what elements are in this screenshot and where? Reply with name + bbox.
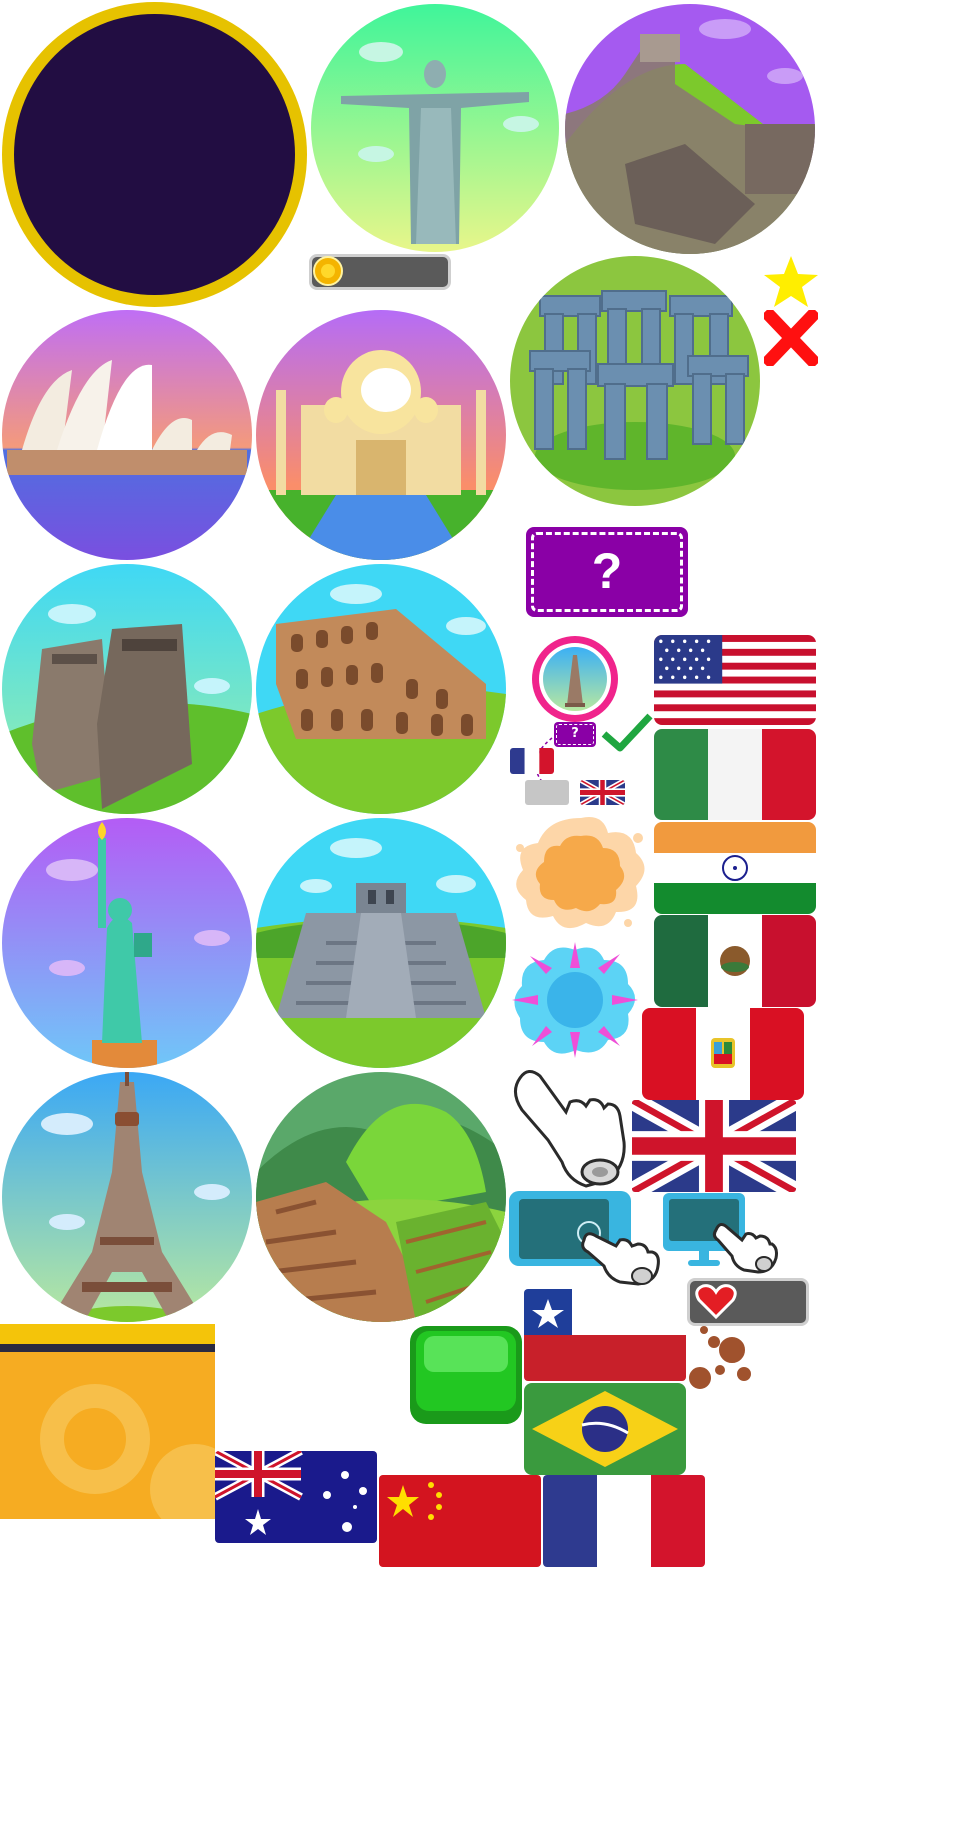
flag-australia[interactable] [215, 1451, 377, 1543]
tap-hand-icon-2 [712, 1223, 778, 1274]
flag-chile[interactable] [524, 1289, 686, 1381]
small-question-card: ? [554, 722, 596, 747]
mystery-question-card[interactable]: ? [526, 527, 688, 617]
flag-italy[interactable] [654, 729, 816, 820]
machu-picchu-icon[interactable] [256, 1072, 506, 1322]
coin-icon [313, 256, 343, 286]
statue-of-liberty-icon[interactable] [2, 818, 252, 1068]
small-flag-uk [580, 780, 625, 805]
heart-icon [695, 1284, 737, 1320]
star-icon [764, 256, 818, 307]
flag-mexico[interactable] [654, 915, 816, 1007]
answer-slot [525, 780, 569, 805]
blue-burst-effect [512, 942, 638, 1058]
flag-brazil[interactable] [524, 1383, 686, 1475]
taj-mahal-icon[interactable] [256, 310, 506, 560]
moai-icon[interactable] [2, 564, 252, 814]
empty-circle-frame [2, 2, 307, 307]
small-card-symbol: ? [571, 726, 579, 741]
orange-splash-effect [516, 817, 645, 929]
great-wall-icon[interactable] [565, 4, 815, 254]
green-button[interactable] [410, 1326, 522, 1424]
wrong-cross-icon [764, 310, 818, 366]
flag-uk[interactable] [632, 1100, 796, 1192]
sydney-opera-house-icon[interactable] [2, 310, 252, 560]
flag-peru[interactable] [642, 1008, 804, 1100]
chichen-itza-icon[interactable] [256, 818, 506, 1068]
check-icon [600, 711, 654, 754]
pointing-hand-icon [514, 1070, 626, 1188]
mystery-card-symbol: ? [591, 543, 623, 599]
flag-china[interactable] [379, 1475, 541, 1567]
small-flag-france [510, 748, 554, 774]
stonehenge-icon[interactable] [510, 256, 760, 506]
flag-france[interactable] [543, 1475, 705, 1567]
colosseum-icon[interactable] [256, 564, 506, 814]
flag-usa[interactable] [654, 635, 816, 725]
brown-dots-effect [687, 1326, 751, 1391]
christ-the-redeemer-icon[interactable] [311, 4, 559, 252]
eiffel-tower-icon[interactable] [2, 1072, 252, 1322]
tap-hand-icon [581, 1232, 660, 1286]
flag-india[interactable] [654, 822, 816, 914]
orange-pattern-panel [0, 1324, 215, 1519]
